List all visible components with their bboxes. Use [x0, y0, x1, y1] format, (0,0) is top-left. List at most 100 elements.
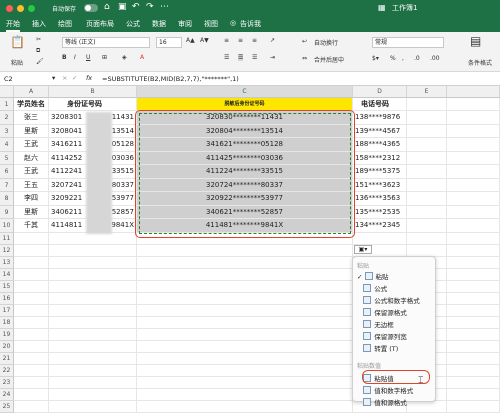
autosave-toggle[interactable]	[84, 4, 98, 12]
column-header-c[interactable]: C	[137, 86, 353, 98]
font-size-select[interactable]: 16	[156, 37, 182, 48]
border-icon[interactable]: ⊞	[102, 54, 107, 61]
empty-cell[interactable]	[447, 340, 500, 353]
conditional-format-button[interactable]: 条件格式	[468, 58, 492, 67]
row-header[interactable]: 9	[0, 205, 14, 219]
data-cell-a[interactable]: 千其	[14, 219, 49, 233]
column-header-b[interactable]: B	[49, 86, 137, 98]
align-left-icon[interactable]: ☰	[224, 54, 229, 61]
data-cell-d[interactable]: 136****3563	[353, 192, 407, 206]
wrap-text-icon[interactable]: ↩	[302, 38, 307, 45]
maximize-window-button[interactable]	[28, 5, 35, 12]
empty-cell[interactable]	[14, 376, 49, 389]
name-box-dropdown-icon[interactable]: ▾	[52, 74, 55, 82]
empty-cell[interactable]	[447, 388, 500, 401]
empty-cell[interactable]	[14, 340, 49, 353]
header-cell-f[interactable]	[447, 98, 500, 111]
underline-button[interactable]: U	[86, 54, 90, 61]
empty-cell[interactable]	[447, 232, 500, 245]
menu-item-transpose[interactable]: 转置 (T)	[357, 343, 398, 353]
empty-cell[interactable]	[49, 328, 137, 341]
menu-item-no-borders[interactable]: 无边框	[357, 319, 394, 329]
empty-cell[interactable]	[14, 244, 49, 257]
tab-page-layout[interactable]: 页面布局	[86, 19, 114, 29]
data-cell-e[interactable]	[407, 111, 447, 125]
row-header[interactable]: 22	[0, 364, 14, 377]
bold-button[interactable]: B	[62, 54, 67, 61]
data-cell-f[interactable]	[447, 165, 500, 179]
column-header-e[interactable]: E	[407, 86, 447, 98]
data-cell-d[interactable]: 158****2312	[353, 151, 407, 165]
wrap-text-button[interactable]: 自动换行	[314, 38, 338, 47]
undo-icon[interactable]: ↶	[132, 2, 140, 12]
increase-font-icon[interactable]: A▲	[186, 37, 195, 44]
empty-cell[interactable]	[447, 364, 500, 377]
tab-data[interactable]: 数据	[152, 19, 166, 29]
copy-icon[interactable]: ⧉	[36, 47, 40, 55]
empty-cell[interactable]	[447, 256, 500, 269]
data-cell-a[interactable]: 里斯	[14, 205, 49, 219]
empty-cell[interactable]	[447, 352, 500, 365]
number-format-select[interactable]: 常规	[372, 37, 444, 48]
data-cell-f[interactable]	[447, 111, 500, 125]
align-center-icon[interactable]: ☰	[238, 54, 244, 61]
empty-cell[interactable]	[49, 364, 137, 377]
empty-cell[interactable]	[49, 280, 137, 293]
empty-cell[interactable]	[49, 352, 137, 365]
menu-item-formulas-number-format[interactable]: 公式和数字格式	[357, 295, 420, 305]
minimize-window-button[interactable]	[17, 5, 24, 12]
row-header[interactable]: 18	[0, 316, 14, 329]
currency-icon[interactable]: $▾	[372, 55, 379, 62]
empty-cell[interactable]	[49, 304, 137, 317]
empty-cell[interactable]	[14, 280, 49, 293]
data-cell-f[interactable]	[447, 138, 500, 152]
data-cell-e[interactable]	[407, 219, 447, 233]
formula-input[interactable]: =SUBSTITUTE(B2,MID(B2,7,7),"*******",1)	[102, 75, 239, 83]
empty-cell[interactable]	[137, 352, 353, 365]
header-cell-b[interactable]: 身份证号码	[49, 98, 137, 111]
format-painter-icon[interactable]: 🖌	[36, 58, 44, 65]
empty-cell[interactable]	[137, 292, 353, 305]
paste-options-button[interactable]: ▣▾	[354, 245, 372, 254]
decrease-decimal-icon[interactable]: .00	[430, 55, 440, 62]
row-header[interactable]: 7	[0, 178, 14, 192]
empty-cell[interactable]	[49, 316, 137, 329]
empty-cell[interactable]	[447, 328, 500, 341]
corner-select-all[interactable]	[0, 86, 14, 98]
empty-cell[interactable]	[407, 244, 447, 257]
header-cell-e[interactable]	[407, 98, 447, 111]
conditional-format-icon[interactable]: ▤	[470, 34, 481, 48]
menu-item-paste[interactable]: ✓ 粘贴	[357, 271, 389, 281]
row-header[interactable]: 13	[0, 256, 14, 269]
empty-cell[interactable]	[447, 280, 500, 293]
merge-center-button[interactable]: 合并后居中	[314, 55, 344, 64]
data-cell-e[interactable]	[407, 192, 447, 206]
data-cell-a[interactable]: 里斯	[14, 124, 49, 138]
empty-cell[interactable]	[137, 280, 353, 293]
home-icon[interactable]: ⌂	[104, 2, 110, 12]
align-right-icon[interactable]: ☰	[252, 54, 257, 61]
data-cell-a[interactable]: 王武	[14, 138, 49, 152]
empty-cell[interactable]	[137, 268, 353, 281]
empty-cell[interactable]	[137, 244, 353, 257]
data-cell-d[interactable]: 188****4365	[353, 138, 407, 152]
italic-button[interactable]: I	[74, 54, 76, 61]
merge-center-icon[interactable]: ⇔	[302, 55, 307, 62]
empty-cell[interactable]	[14, 352, 49, 365]
menu-item-formulas[interactable]: 公式	[357, 283, 387, 293]
tab-insert[interactable]: 插入	[32, 19, 46, 29]
data-cell-f[interactable]	[447, 219, 500, 233]
empty-cell[interactable]	[14, 232, 49, 245]
fx-icon[interactable]: fx	[86, 74, 92, 82]
row-header[interactable]: 11	[0, 232, 14, 245]
empty-cell[interactable]	[49, 292, 137, 305]
menu-item-keep-source-format[interactable]: 保留源格式	[357, 307, 407, 317]
empty-cell[interactable]	[49, 400, 137, 413]
tab-review[interactable]: 审阅	[178, 19, 192, 29]
empty-cell[interactable]	[407, 232, 447, 245]
row-header[interactable]: 23	[0, 376, 14, 389]
row-header[interactable]: 12	[0, 244, 14, 257]
empty-cell[interactable]	[137, 304, 353, 317]
data-cell-a[interactable]: 赵六	[14, 151, 49, 165]
menu-item-keep-source-width[interactable]: 保留源列宽	[357, 331, 407, 341]
